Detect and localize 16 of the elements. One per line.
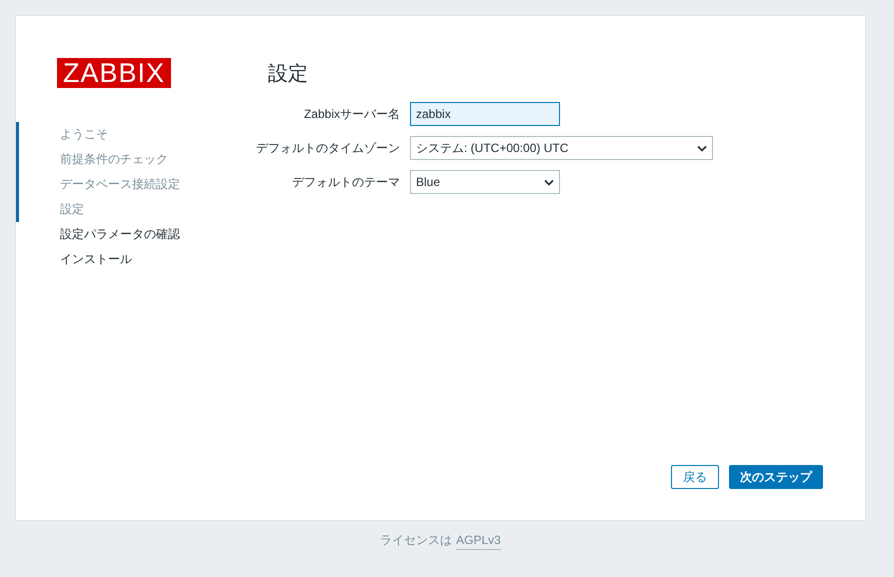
- next-step-button[interactable]: 次のステップ: [729, 465, 823, 489]
- server-name-input[interactable]: zabbix: [410, 102, 560, 126]
- chevron-down-icon: [697, 144, 707, 152]
- logo: ZABBIX: [57, 58, 171, 88]
- step-item: 設定パラメータの確認: [59, 226, 181, 243]
- dropdown-select[interactable]: システム: (UTC+00:00) UTC: [410, 136, 713, 160]
- back-button[interactable]: 戻る: [671, 465, 719, 489]
- step-item: 設定: [16, 197, 268, 222]
- chevron-down-icon: [544, 178, 554, 186]
- step-item: インストール: [59, 251, 133, 268]
- step-item: データベース接続設定: [16, 172, 268, 197]
- page-title: 設定: [268, 62, 309, 87]
- dropdown-select[interactable]: Blue: [410, 170, 560, 194]
- field-label: デフォルトのテーマ: [292, 174, 400, 191]
- license-text: ライセンスは: [380, 532, 452, 549]
- field-label: Zabbixサーバー名: [304, 106, 400, 123]
